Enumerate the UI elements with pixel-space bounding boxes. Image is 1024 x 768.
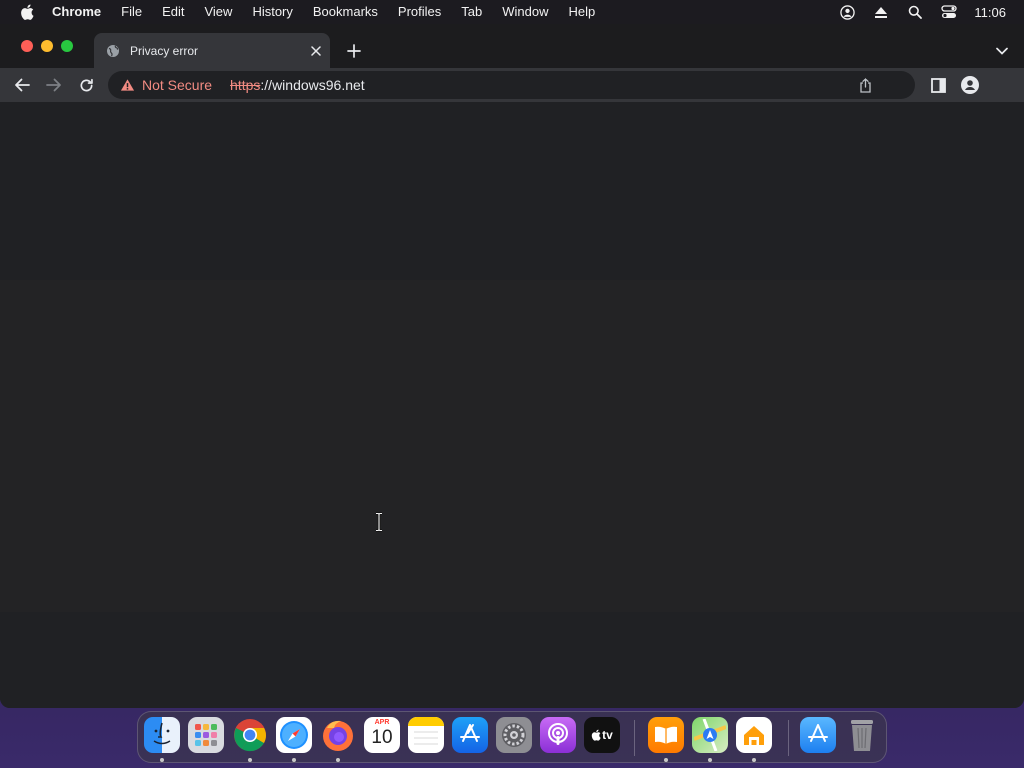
finder-icon[interactable]: [144, 717, 180, 753]
menu-file[interactable]: File: [111, 0, 152, 24]
security-status-label[interactable]: Not Secure: [142, 77, 212, 93]
trash-icon[interactable]: [844, 717, 880, 753]
apple-tv-label: tv: [602, 728, 613, 742]
chrome-app-icon[interactable]: [232, 717, 268, 753]
menu-window[interactable]: Window: [492, 0, 558, 24]
app-store-icon[interactable]: [452, 717, 488, 753]
podcasts-icon[interactable]: [540, 717, 576, 753]
forward-arrow-icon[interactable]: [42, 73, 66, 97]
browser-window: Privacy error Not Secure https://window…: [0, 24, 1024, 708]
books-icon[interactable]: [648, 717, 684, 753]
window-controls: [21, 40, 73, 52]
warning-triangle-icon[interactable]: [119, 77, 135, 93]
menu-tab[interactable]: Tab: [451, 0, 492, 24]
safari-icon[interactable]: [276, 717, 312, 753]
menu-view[interactable]: View: [194, 0, 242, 24]
text-cursor-icon: [376, 512, 382, 532]
notes-icon[interactable]: [408, 717, 444, 753]
finder-running-indicator: [160, 758, 164, 762]
menu-bookmarks[interactable]: Bookmarks: [303, 0, 388, 24]
books-running-indicator: [664, 758, 668, 762]
home-app-icon[interactable]: [736, 717, 772, 753]
home-running-indicator: [752, 758, 756, 762]
url-host: ://windows96.net: [260, 77, 365, 93]
downloads-stack-icon[interactable]: [800, 717, 836, 753]
url-scheme: https: [230, 77, 261, 93]
eject-icon[interactable]: [864, 0, 898, 24]
tab-title: Privacy error: [130, 43, 199, 58]
calendar-icon[interactable]: APR 10: [364, 717, 400, 753]
dock: APR 10 tv: [137, 711, 887, 763]
dock-divider-2: [788, 720, 789, 756]
user-account-icon[interactable]: [830, 0, 864, 24]
menu-bar: Chrome File Edit View History Bookmarks …: [0, 0, 1024, 24]
menu-help[interactable]: Help: [559, 0, 606, 24]
calendar-day: 10: [371, 727, 393, 748]
page-body-band: [0, 280, 1024, 612]
menu-edit[interactable]: Edit: [152, 0, 194, 24]
side-panel-icon[interactable]: [926, 73, 950, 97]
maps-running-indicator: [708, 758, 712, 762]
tab-search-chevron-down-icon[interactable]: [990, 39, 1014, 63]
globe-icon: [105, 43, 121, 59]
reload-icon[interactable]: [74, 73, 98, 97]
address-bar[interactable]: Not Secure https://windows96.net: [108, 71, 915, 99]
dock-divider: [634, 720, 635, 756]
new-tab-button[interactable]: [342, 39, 366, 63]
control-center-icon[interactable]: [932, 0, 966, 24]
menu-history[interactable]: History: [242, 0, 302, 24]
maps-icon[interactable]: [692, 717, 728, 753]
launchpad-icon[interactable]: [188, 717, 224, 753]
spotlight-search-icon[interactable]: [898, 0, 932, 24]
calendar-month: APR: [374, 719, 390, 726]
close-tab-icon[interactable]: [306, 41, 326, 61]
firefox-running-indicator: [336, 758, 340, 762]
apple-tv-icon[interactable]: tv: [584, 717, 620, 753]
window-zoom-button[interactable]: [61, 40, 73, 52]
safari-running-indicator: [292, 758, 296, 762]
apple-menu-icon[interactable]: [16, 4, 38, 20]
menu-app-name[interactable]: Chrome: [44, 0, 111, 24]
menu-profiles[interactable]: Profiles: [388, 0, 451, 24]
chrome-running-indicator: [248, 758, 252, 762]
back-arrow-icon[interactable]: [10, 73, 34, 97]
page-content[interactable]: [0, 102, 1024, 708]
profile-avatar-icon[interactable]: [958, 73, 982, 97]
menu-bar-clock[interactable]: 11:06: [966, 5, 1024, 20]
system-settings-gear-icon[interactable]: [496, 717, 532, 753]
tab-strip: Privacy error: [0, 24, 1024, 68]
window-close-button[interactable]: [21, 40, 33, 52]
tab-privacy-error[interactable]: Privacy error: [94, 33, 330, 68]
firefox-icon[interactable]: [320, 717, 356, 753]
window-minimize-button[interactable]: [41, 40, 53, 52]
share-icon[interactable]: [857, 77, 873, 93]
browser-toolbar: Not Secure https://windows96.net: [0, 68, 1024, 102]
